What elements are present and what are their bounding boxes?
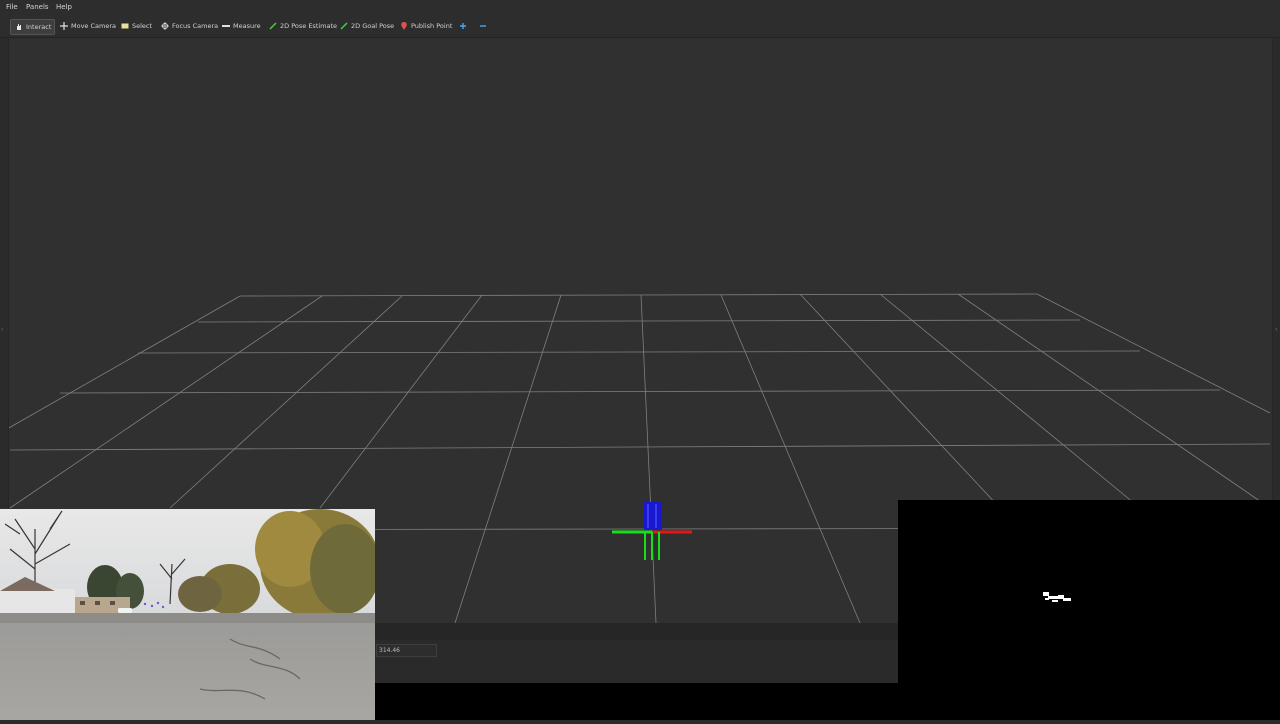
time-strip xyxy=(375,623,898,640)
tool-publish-point-label: Publish Point xyxy=(411,22,453,30)
left-panel-handle[interactable]: › xyxy=(0,38,9,508)
hand-icon xyxy=(14,23,23,32)
menu-file[interactable]: File xyxy=(6,3,18,11)
tool-focus-camera-button[interactable]: Focus Camera xyxy=(160,19,218,33)
right-panel-handle[interactable]: ‹ xyxy=(1272,38,1280,508)
ruler-icon xyxy=(221,22,230,31)
tool-interact-label: Interact xyxy=(26,23,52,31)
remove-tool-button[interactable] xyxy=(478,19,490,33)
tool-move-camera-button[interactable]: Move Camera xyxy=(59,19,116,33)
pose-estimate-icon xyxy=(268,22,277,31)
tool-bar: Interact Move Camera Select Focus Camera… xyxy=(0,15,1280,38)
tool-2d-pose-estimate-label: 2D Pose Estimate xyxy=(280,22,338,30)
minus-icon xyxy=(478,22,487,31)
tool-2d-goal-pose-label: 2D Goal Pose xyxy=(351,22,395,30)
tool-select-button[interactable]: Select xyxy=(120,19,152,33)
camera-image-panel xyxy=(0,509,375,720)
focus-icon xyxy=(160,22,169,31)
menu-help[interactable]: Help xyxy=(56,3,72,11)
tool-2d-goal-pose-button[interactable]: 2D Goal Pose xyxy=(339,19,394,33)
tool-move-camera-label: Move Camera xyxy=(71,22,117,30)
time-value-field[interactable]: 314.46 xyxy=(376,644,437,657)
bottom-empty-area xyxy=(375,683,898,720)
time-value: 314.46 xyxy=(379,647,400,654)
menu-panels[interactable]: Panels xyxy=(26,3,49,11)
expand-right-icon: ‹ xyxy=(1275,326,1278,333)
camera-image xyxy=(0,509,375,720)
menu-bar: File Panels Help xyxy=(0,0,1280,15)
move-icon xyxy=(59,22,68,31)
tool-measure-label: Measure xyxy=(233,22,261,30)
tf-axes xyxy=(612,502,692,560)
mask-image xyxy=(1043,592,1071,602)
time-panel: 314.46 xyxy=(375,623,898,683)
tool-focus-camera-label: Focus Camera xyxy=(172,22,219,30)
tool-2d-pose-estimate-button[interactable]: 2D Pose Estimate xyxy=(268,19,337,33)
plus-icon xyxy=(458,22,467,31)
add-tool-button[interactable] xyxy=(458,19,470,33)
tool-publish-point-button[interactable]: Publish Point xyxy=(399,19,452,33)
tool-measure-button[interactable]: Measure xyxy=(221,19,261,33)
tool-interact-button[interactable]: Interact xyxy=(10,19,56,35)
mask-image-panel xyxy=(898,500,1280,720)
goal-pose-icon xyxy=(339,22,348,31)
tool-select-label: Select xyxy=(132,22,153,30)
expand-left-icon: › xyxy=(1,326,4,333)
publish-point-icon xyxy=(399,22,408,31)
select-icon xyxy=(120,22,129,31)
